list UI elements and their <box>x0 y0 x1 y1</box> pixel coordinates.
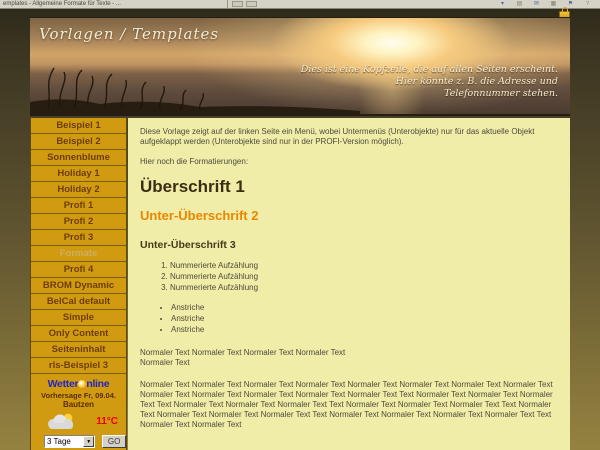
numbered-list-item: Nummerierte Aufzählung <box>170 283 558 293</box>
formats-line: Hier noch die Formatierungen: <box>140 157 558 167</box>
numbered-list-item: Nummerierte Aufzählung <box>170 272 558 282</box>
sidebar-menu-item[interactable]: Beispiel 2 <box>31 134 126 150</box>
sidebar-menu-item[interactable]: Formate <box>31 246 126 262</box>
bullet-list-item: Anstriche <box>171 303 558 313</box>
forecast-range-select[interactable]: 3 Tage ▼ <box>44 435 95 448</box>
cloud-sun-icon <box>43 411 79 431</box>
logo-text-online: nline <box>86 378 109 390</box>
heading-3: Unter-Überschrift 3 <box>140 239 558 251</box>
heading-1: Überschrift 1 <box>140 177 558 196</box>
weather-widget: Wetter nline Vorhersage Fr, 09.04. Bautze… <box>31 378 126 448</box>
sidebar-menu-item[interactable]: Sonnenblume <box>31 150 126 166</box>
tab-button[interactable] <box>232 1 243 7</box>
sidebar-menu-item[interactable]: Profi 1 <box>31 198 126 214</box>
heading-2: Unter-Überschrift 2 <box>140 208 558 223</box>
intro-paragraph: Diese Vorlage zeigt auf der linken Seite… <box>140 127 558 147</box>
forecast-range-value: 3 Tage <box>45 436 83 447</box>
sidebar-menu-item[interactable]: Holiday 2 <box>31 182 126 198</box>
browser-toolbar-icon[interactable]: ✉ <box>532 1 541 8</box>
tab-button[interactable] <box>246 1 257 7</box>
bullet-list-item: Anstriche <box>171 325 558 335</box>
normal-text-short: Normaler Text Normaler Text Normaler Tex… <box>140 348 558 368</box>
bullet-list: AnstricheAnstricheAnstriche <box>140 303 558 335</box>
logo-text-wetter: Wetter <box>48 378 79 390</box>
sidebar-menu-item[interactable]: Holiday 1 <box>31 166 126 182</box>
browser-window: emplates - Allgemeine Formate für Texte … <box>0 0 600 450</box>
sidebar-menu-item[interactable]: Seiteninhalt <box>31 342 126 358</box>
forecast-city: Bautzen <box>31 400 126 409</box>
sidebar-menu-item[interactable]: Profi 2 <box>31 214 126 230</box>
sidebar-menu-item[interactable]: Beispiel 1 <box>31 118 126 134</box>
sidebar-menu-item[interactable]: Simple <box>31 310 126 326</box>
browser-toolbar-icon[interactable]: ? <box>583 1 592 8</box>
beach-grass-silhouette <box>30 62 360 114</box>
sidebar-menu-item[interactable]: Profi 3 <box>31 230 126 246</box>
main-content: Diese Vorlage zeigt auf der linken Seite… <box>128 118 570 450</box>
sidebar-menu-item[interactable]: Only Content <box>31 326 126 342</box>
go-button[interactable]: GO <box>102 435 126 448</box>
bullet-list-item: Anstriche <box>171 314 558 324</box>
page-header-banner: Vorlagen / Templates Dies ist eine Kopfz… <box>30 17 570 116</box>
browser-title-bar: emplates - Allgemeine Formate für Texte … <box>0 0 600 9</box>
browser-toolbar-icon[interactable]: ⚑ <box>566 1 575 8</box>
browser-toolbar-icon[interactable]: ▦ <box>549 1 558 8</box>
numbered-list: Nummerierte AufzählungNummerierte Aufzäh… <box>140 261 558 293</box>
sidebar-menu-item[interactable]: rls-Beispiel 3 <box>31 358 126 374</box>
browser-tab-title: emplates - Allgemeine Formate für Texte … <box>3 1 121 7</box>
browser-toolbar-icons: ▾ ▤ ✉ ▦ ⚑? <box>498 0 592 8</box>
temperature-value: 11°C <box>96 416 118 427</box>
sidebar-menu-item[interactable]: Profi 4 <box>31 262 126 278</box>
numbered-list-item: Nummerierte Aufzählung <box>170 261 558 271</box>
wetteronline-logo[interactable]: Wetter nline <box>31 378 126 390</box>
forecast-label: Vorhersage Fr, 09.04. <box>31 391 126 400</box>
sidebar-menu-item[interactable]: BelCal default <box>31 294 126 310</box>
browser-toolbar-icon[interactable]: ▾ <box>498 1 507 8</box>
site-title: Vorlagen / Templates <box>39 25 219 43</box>
browser-toolbar-icon[interactable]: ▤ <box>515 1 524 8</box>
chevron-down-icon[interactable]: ▼ <box>83 436 94 447</box>
browser-tab[interactable]: emplates - Allgemeine Formate für Texte … <box>0 0 228 8</box>
sidebar-menu-item[interactable]: BROM Dynamic <box>31 278 126 294</box>
normal-text-long: Normaler Text Normaler Text Normaler Tex… <box>140 380 558 430</box>
